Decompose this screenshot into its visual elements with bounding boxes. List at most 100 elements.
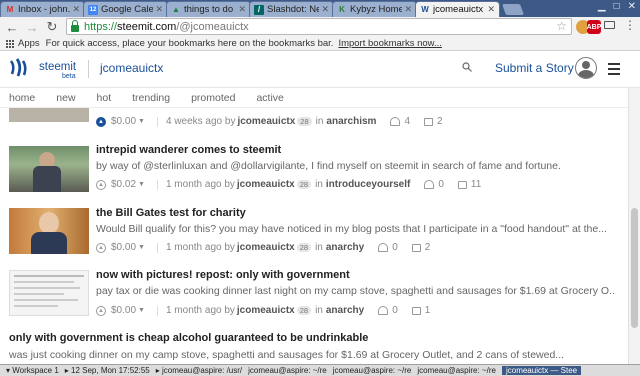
search-icon[interactable]: [462, 62, 472, 72]
close-icon[interactable]: ✕: [238, 4, 246, 15]
category-link[interactable]: anarchy: [326, 305, 364, 316]
steemit-logo-icon[interactable]: [9, 58, 31, 78]
reload-icon[interactable]: ↻: [44, 19, 60, 35]
comment-count[interactable]: 1: [425, 305, 431, 316]
nav-new[interactable]: new: [56, 92, 75, 104]
comments-icon[interactable]: [424, 117, 434, 126]
vote-count[interactable]: 4: [404, 116, 410, 127]
minimize-icon[interactable]: ▁: [598, 1, 606, 12]
post-excerpt[interactable]: pay tax or die was cooking dinner last n…: [96, 285, 616, 297]
taskbar-item-active[interactable]: jcomeauictx — Stee: [501, 366, 582, 375]
author-link[interactable]: jcomeauictx: [237, 116, 295, 127]
apps-icon[interactable]: [6, 39, 14, 48]
close-icon[interactable]: ✕: [155, 4, 163, 15]
vote-count[interactable]: 0: [392, 242, 398, 253]
tab-calendar[interactable]: 12 Google Calen ✕: [83, 1, 168, 17]
abp-icon[interactable]: ABP: [587, 20, 601, 34]
import-bookmarks-link[interactable]: Import bookmarks now...: [338, 38, 441, 49]
vote-count[interactable]: 0: [392, 305, 398, 316]
tab-steemit[interactable]: W jcomeauictx ✕: [415, 1, 500, 17]
category-link[interactable]: anarchy: [326, 242, 364, 253]
user-avatar[interactable]: [575, 57, 597, 79]
voters-icon[interactable]: [424, 180, 435, 189]
upvote-icon[interactable]: ▲: [96, 179, 106, 190]
nav-hot[interactable]: hot: [97, 92, 112, 104]
post-thumbnail[interactable]: [9, 146, 89, 192]
vote-count[interactable]: 0: [438, 179, 444, 190]
chevron-down-icon[interactable]: ▼: [138, 181, 145, 188]
maximize-icon[interactable]: □: [614, 1, 620, 12]
comment-count[interactable]: 2: [437, 116, 443, 127]
author-link[interactable]: jcomeauictx: [237, 179, 295, 190]
voters-icon[interactable]: [378, 306, 389, 315]
tab-slashdot[interactable]: / Slashdot: New ✕: [249, 1, 334, 17]
post-thumbnail[interactable]: [9, 270, 89, 316]
nav-promoted[interactable]: promoted: [191, 92, 235, 104]
post-thumbnail[interactable]: [9, 108, 89, 122]
forward-icon[interactable]: →: [24, 19, 40, 35]
chrome-menu-icon[interactable]: ⋮: [624, 18, 636, 32]
close-window-icon[interactable]: ✕: [628, 1, 636, 12]
tab-kybyz[interactable]: K Kybyz Homep ✕: [332, 1, 417, 17]
chevron-down-icon[interactable]: ▼: [138, 118, 145, 125]
bookmark-star-icon[interactable]: ☆: [556, 19, 567, 33]
post-title[interactable]: intrepid wanderer comes to steemit: [96, 144, 281, 156]
scrollbar[interactable]: [628, 88, 640, 364]
payout-value[interactable]: $0.00: [111, 305, 136, 316]
author-link[interactable]: jcomeauictx: [237, 242, 295, 253]
tab-gmail[interactable]: M Inbox - john.c ✕: [0, 1, 85, 17]
apps-link[interactable]: Apps: [18, 38, 40, 49]
post-thumbnail[interactable]: [9, 208, 89, 254]
brand-name[interactable]: steemit: [39, 61, 76, 73]
comment-count[interactable]: 2: [425, 242, 431, 253]
hamburger-menu-icon[interactable]: [608, 63, 620, 78]
chevron-down-icon[interactable]: ▼: [138, 244, 145, 251]
post-title[interactable]: only with government is cheap alcohol gu…: [9, 332, 368, 344]
close-icon[interactable]: ✕: [487, 4, 495, 15]
voters-icon[interactable]: [378, 243, 389, 252]
clock: ▸ 12 Sep, Mon 17:52:55: [64, 366, 150, 375]
workspace-switcher[interactable]: ▾ Workspace 1: [6, 366, 59, 375]
comments-icon[interactable]: [411, 243, 421, 252]
voters-icon[interactable]: [390, 117, 401, 126]
taskbar-item[interactable]: jcomeau@aspire: ~/re: [248, 366, 327, 375]
drive-icon: ▲: [172, 5, 180, 14]
upvote-icon[interactable]: ▲: [96, 116, 106, 127]
close-icon[interactable]: ✕: [404, 4, 412, 15]
upvote-icon[interactable]: ▲: [96, 305, 106, 316]
tab-drive[interactable]: ▲ things to do ✕: [166, 1, 251, 17]
upvote-icon[interactable]: ▲: [96, 242, 106, 253]
close-icon[interactable]: ✕: [321, 4, 329, 15]
taskbar-item[interactable]: ▸ jcomeau@aspire: /usr/: [156, 366, 242, 375]
chevron-down-icon[interactable]: ▼: [138, 307, 145, 314]
comments-icon[interactable]: [457, 180, 467, 189]
taskbar-item[interactable]: jcomeau@aspire: ~/re: [417, 366, 496, 375]
cast-icon[interactable]: [604, 21, 615, 29]
author-link[interactable]: jcomeauictx: [237, 305, 295, 316]
payout-value[interactable]: $0.00: [111, 116, 136, 127]
category-link[interactable]: anarchism: [326, 116, 376, 127]
category-link[interactable]: introduceyourself: [326, 179, 410, 190]
nav-active[interactable]: active: [256, 92, 283, 104]
post-excerpt[interactable]: was just cooking dinner on my camp stove…: [9, 349, 619, 361]
in-label: in: [315, 305, 323, 316]
close-icon[interactable]: ✕: [72, 4, 80, 15]
post-excerpt[interactable]: Would Bill qualify for this? you may hav…: [96, 223, 616, 235]
post-title[interactable]: now with pictures! repost: only with gov…: [96, 269, 350, 281]
scrollbar-thumb[interactable]: [631, 208, 638, 328]
taskbar-item[interactable]: jcomeau@aspire: ~/re: [333, 366, 412, 375]
back-icon[interactable]: ←: [4, 19, 20, 35]
post-excerpt[interactable]: by way of @sterlinluxan and @dollarvigil…: [96, 160, 616, 172]
address-bar[interactable]: https:// steemit.com /@jcomeauictx ☆: [66, 18, 572, 35]
nav-trending[interactable]: trending: [132, 92, 170, 104]
post-time: 1 month ago by: [165, 305, 235, 316]
nav-home[interactable]: home: [9, 92, 35, 104]
post-title[interactable]: the Bill Gates test for charity: [96, 207, 246, 219]
comments-icon[interactable]: [411, 306, 421, 315]
submit-story-button[interactable]: Submit a Story: [495, 61, 574, 75]
comment-count[interactable]: 11: [471, 179, 481, 190]
payout-value[interactable]: $0.00: [111, 242, 136, 253]
profile-username[interactable]: jcomeauictx: [100, 61, 163, 75]
payout-value[interactable]: $0.02: [111, 179, 136, 190]
new-tab-button[interactable]: [501, 4, 525, 15]
